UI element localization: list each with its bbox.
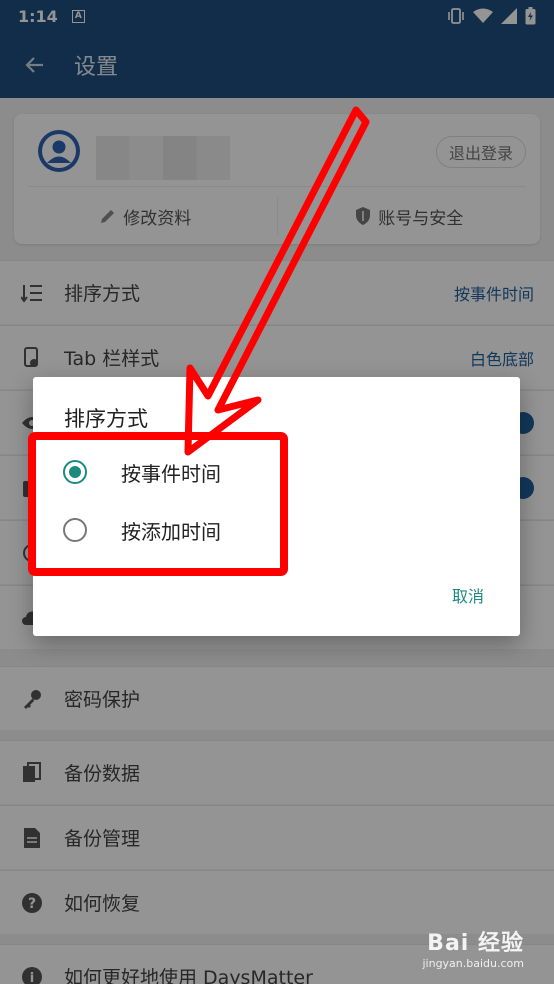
watermark-url: jingyan.baidu.com: [422, 957, 524, 970]
radio-checked-icon[interactable]: [63, 460, 87, 484]
option-label: 按事件时间: [121, 461, 221, 486]
option-by-event-time[interactable]: 按事件时间: [63, 447, 363, 497]
radio-unchecked-icon[interactable]: [63, 518, 87, 542]
dialog-title: 排序方式: [64, 407, 148, 431]
cancel-button[interactable]: 取消: [452, 583, 484, 607]
option-by-add-time[interactable]: 按添加时间: [63, 505, 363, 555]
watermark: Bai 经验 jingyan.baidu.com: [422, 925, 524, 970]
option-label: 按添加时间: [121, 519, 221, 544]
watermark-brand: Bai 经验: [427, 931, 524, 956]
sort-order-dialog: 排序方式 按事件时间 按添加时间 取消: [33, 377, 520, 636]
